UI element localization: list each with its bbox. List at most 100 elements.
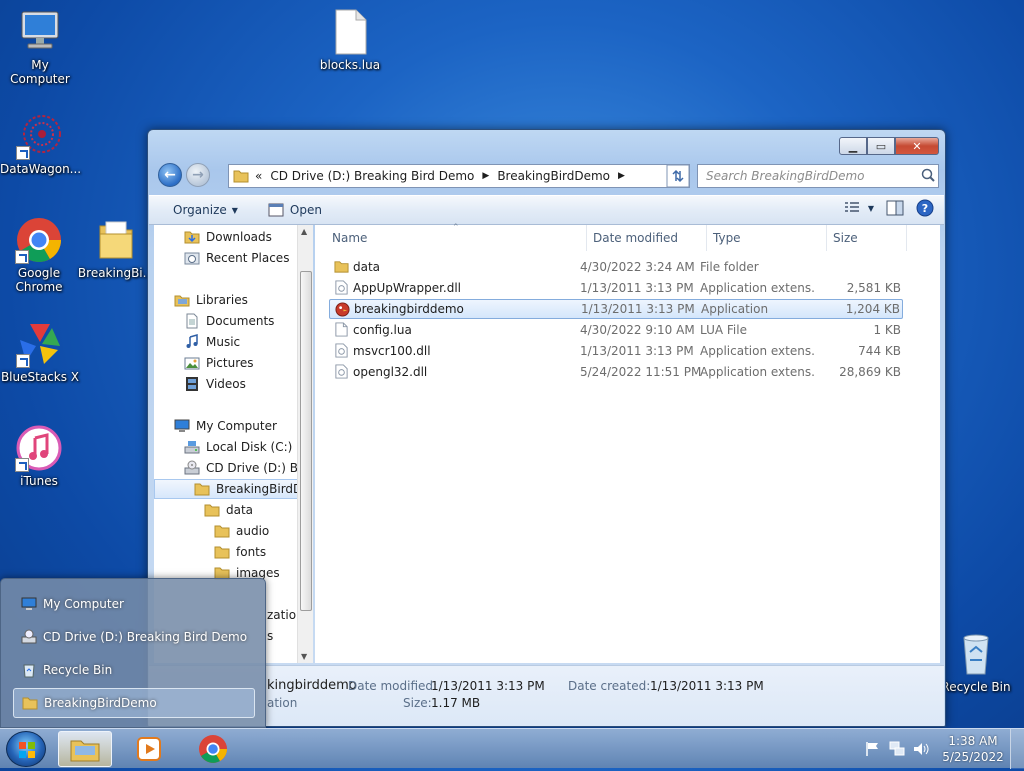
navigation-scrollbar[interactable]: ▲ ▼ [297, 225, 313, 663]
network-icon[interactable] [888, 740, 906, 758]
downloads-folder-icon [184, 231, 200, 244]
nav-item-audio[interactable]: audio [214, 521, 269, 541]
nav-item-data[interactable]: data [204, 500, 253, 520]
file-row[interactable]: data 4/30/2022 3:24 AM File folder [329, 257, 903, 277]
nav-item-libraries[interactable]: Libraries [174, 290, 248, 310]
file-name: opengl32.dll [353, 365, 428, 379]
taskbar-chrome-button[interactable] [186, 731, 240, 767]
desktop-icon-my-computer[interactable]: My Computer [0, 8, 80, 86]
taskbar-jumplist: My Computer CD Drive (D:) Breaking Bird … [0, 578, 266, 728]
folder-icon [214, 525, 230, 538]
file-row[interactable]: config.lua 4/30/2022 9:10 AM LUA File 1 … [329, 320, 903, 340]
change-view-button[interactable]: ▼ [844, 201, 874, 215]
column-header-date-modified[interactable]: Date modified [587, 225, 707, 251]
file-row[interactable]: AppUpWrapper.dll 1/13/2011 3:13 PM Appli… [329, 278, 903, 298]
taskbar-media-player-button[interactable] [122, 731, 176, 767]
preview-pane-icon[interactable] [886, 200, 904, 216]
maximize-button[interactable]: ▭ [867, 137, 895, 155]
recycle-bin-icon [952, 630, 1000, 678]
details-date-modified-label: Date modified: [348, 679, 438, 693]
breadcrumb-separator-icon[interactable]: ▶ [482, 171, 489, 181]
cd-drive-icon [184, 460, 200, 475]
desktop-icon-recycle-bin[interactable]: Recycle Bin [936, 630, 1016, 694]
folder-icon [233, 170, 249, 183]
nav-item-videos[interactable]: Videos [184, 374, 246, 394]
details-size-label: Size: [403, 696, 432, 710]
column-header-type[interactable]: Type [707, 225, 827, 251]
address-bar[interactable]: « CD Drive (D:) Breaking Bird Demo ▶ Bre… [228, 164, 690, 188]
nav-item-music[interactable]: Music [184, 332, 240, 352]
nav-item-local-disk[interactable]: Local Disk (C:) [184, 437, 292, 457]
organize-button[interactable]: Organize ▼ [163, 198, 248, 222]
taskbar-explorer-button[interactable] [58, 731, 112, 767]
search-icon[interactable] [918, 166, 938, 186]
nav-item-downloads[interactable]: Downloads [184, 227, 272, 247]
desktop-icon-google-chrome[interactable]: Google Chrome [0, 216, 79, 294]
file-date: 4/30/2022 9:10 AM [580, 323, 695, 337]
shortcut-arrow-icon [15, 458, 29, 472]
jumplist-item-my-computer[interactable]: My Computer [13, 589, 255, 619]
nav-item-breakingbirddemo[interactable]: BreakingBirdDe [154, 479, 303, 499]
nav-item-cd-drive[interactable]: CD Drive (D:) Bre [184, 458, 303, 478]
shortcut-arrow-icon [16, 354, 30, 368]
column-header-name[interactable]: Name [315, 225, 587, 251]
explorer-window[interactable]: ▁ ▭ ✕ ← → « CD Drive (D:) Breaking Bird … [147, 129, 946, 727]
desktop-icon-breakingbird[interactable]: BreakingBi... [76, 216, 156, 280]
scroll-down-icon[interactable]: ▼ [301, 652, 307, 661]
nav-item-partial[interactable]: s [267, 626, 273, 646]
dll-file-icon [335, 280, 348, 295]
desktop-icon-datawagon[interactable]: DataWagon... [0, 112, 81, 176]
file-row[interactable]: msvcr100.dll 1/13/2011 3:13 PM Applicati… [329, 341, 903, 361]
file-date: 1/13/2011 3:13 PM [580, 281, 694, 295]
nav-item-my-computer[interactable]: My Computer [174, 416, 277, 436]
help-icon[interactable]: ? [916, 199, 934, 217]
file-row[interactable]: opengl32.dll 5/24/2022 11:51 PM Applicat… [329, 362, 903, 382]
text-file-icon [335, 322, 348, 337]
search-input[interactable]: Search BreakingBirdDemo [698, 169, 918, 183]
show-desktop-button[interactable] [1010, 729, 1024, 769]
file-type: File folder [700, 260, 759, 274]
file-date: 1/13/2011 3:13 PM [580, 344, 694, 358]
details-size: 1.17 MB [431, 696, 481, 710]
open-label: Open [289, 203, 322, 217]
desktop-icon-itunes[interactable]: iTunes [0, 424, 79, 488]
scroll-up-icon[interactable]: ▲ [301, 227, 307, 236]
svg-text:?: ? [922, 202, 928, 215]
nav-item-fonts[interactable]: fonts [214, 542, 266, 562]
minimize-button[interactable]: ▁ [839, 137, 867, 155]
forward-button[interactable]: → [186, 163, 210, 187]
action-center-flag-icon[interactable] [864, 740, 882, 758]
jumplist-item-recycle-bin[interactable]: Recycle Bin [13, 655, 255, 685]
refresh-button[interactable] [666, 164, 690, 188]
desktop-icon-blocks-lua[interactable]: blocks.lua [310, 8, 390, 72]
libraries-icon [174, 295, 190, 307]
navigation-bar: ← → « CD Drive (D:) Breaking Bird Demo ▶… [156, 161, 939, 189]
desktop-icon-bluestacks[interactable]: BlueStacks X [0, 320, 80, 384]
jumplist-item-cd-drive[interactable]: CD Drive (D:) Breaking Bird Demo [13, 622, 255, 652]
close-button[interactable]: ✕ [895, 137, 939, 155]
details-date-created: 1/13/2011 3:13 PM [650, 679, 764, 693]
taskbar-clock[interactable]: 1:38 AM 5/25/2022 [936, 733, 1010, 765]
breadcrumb-breakingbirddemo[interactable]: BreakingBirdDemo [497, 169, 610, 183]
column-header-size[interactable]: Size [827, 225, 907, 251]
address-overflow-chevron[interactable]: « [255, 169, 262, 183]
nav-item-recent-places[interactable]: Recent Places [184, 248, 289, 268]
open-window-icon [268, 203, 284, 217]
scrollbar-thumb[interactable] [300, 271, 312, 611]
start-button[interactable] [6, 731, 46, 767]
file-type: LUA File [700, 323, 747, 337]
file-row-selected[interactable]: breakingbirddemo 1/13/2011 3:13 PM Appli… [329, 299, 903, 319]
back-button[interactable]: ← [158, 163, 182, 187]
file-list[interactable]: ⌃ Name Date modified Type Size data 4/30… [315, 223, 940, 663]
volume-icon[interactable] [912, 740, 930, 758]
nav-item-documents[interactable]: Documents [184, 311, 274, 331]
jumplist-item-breakingbirddemo[interactable]: BreakingBirdDemo [13, 688, 255, 718]
breadcrumb-cd-drive[interactable]: CD Drive (D:) Breaking Bird Demo [270, 169, 474, 183]
desktop-icon-label: BreakingBi... [77, 266, 155, 280]
nav-item-pictures[interactable]: Pictures [184, 353, 254, 373]
search-box[interactable]: Search BreakingBirdDemo [697, 164, 939, 188]
open-button[interactable]: Open [258, 198, 332, 222]
breadcrumb-separator-icon[interactable]: ▶ [618, 171, 625, 181]
documents-icon [186, 313, 198, 329]
toolbar-right: ▼ ? [844, 199, 934, 217]
